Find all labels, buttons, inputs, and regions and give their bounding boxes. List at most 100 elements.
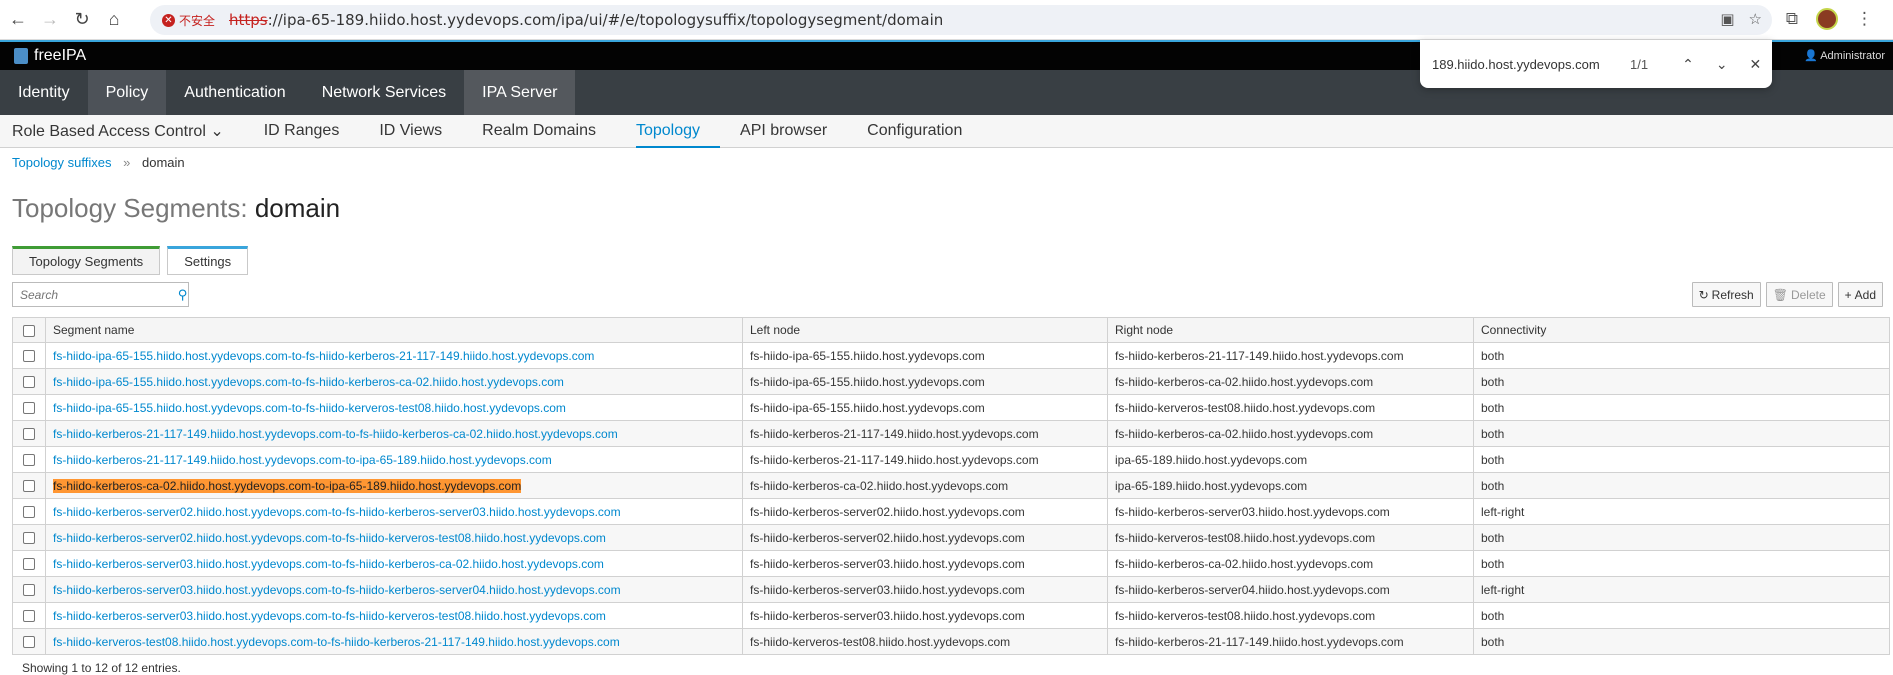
tab-topology-segments[interactable]: Topology Segments <box>12 246 161 275</box>
page-title: Topology Segments: domain <box>12 193 341 223</box>
segment-link[interactable]: fs-hiido-kerberos-server02.hiido.host.yy… <box>53 531 606 545</box>
row-checkbox-cell <box>12 394 46 421</box>
segment-name-cell: fs-hiido-kerberos-server03.hiido.host.yy… <box>45 550 743 577</box>
find-close-icon[interactable]: ✕ <box>1750 56 1762 73</box>
forward-icon[interactable]: → <box>36 6 64 34</box>
subnav-configuration[interactable]: Configuration <box>867 115 982 147</box>
row-checkbox-cell <box>12 602 46 629</box>
refresh-button[interactable]: ↻ Refresh <box>1691 282 1761 307</box>
subnav-topology[interactable]: Topology <box>635 115 721 148</box>
user-menu[interactable]: 👤 Administrator <box>1804 49 1885 62</box>
row-checkbox[interactable] <box>23 428 35 441</box>
row-checkbox[interactable] <box>23 558 35 571</box>
subnav-api-browser[interactable]: API browser <box>740 115 847 147</box>
row-checkbox[interactable] <box>23 454 35 467</box>
back-icon[interactable]: ← <box>4 6 32 34</box>
segment-link[interactable]: fs-hiido-kerberos-server03.hiido.host.yy… <box>53 583 621 597</box>
profile-avatar[interactable] <box>1816 8 1838 30</box>
segment-name-cell: fs-hiido-kerberos-21-117-149.hiido.host.… <box>45 446 743 473</box>
add-button[interactable]: + Add <box>1837 282 1883 307</box>
connectivity-cell: left-right <box>1473 498 1890 525</box>
segment-link[interactable]: fs-hiido-kerberos-21-117-149.hiido.host.… <box>53 453 552 467</box>
segment-link[interactable]: fs-hiido-ipa-65-155.hiido.host.yydevops.… <box>53 401 566 415</box>
bookmark-star-icon[interactable]: ☆ <box>1749 10 1762 28</box>
segment-link[interactable]: fs-hiido-ipa-65-155.hiido.host.yydevops.… <box>53 349 594 363</box>
browser-toolbar: ← → ↻ ⌂ ✕ 不安全 https://ipa-65-189.hiido.h… <box>0 0 1893 40</box>
segment-name-cell: fs-hiido-kerberos-server03.hiido.host.yy… <box>45 576 743 603</box>
row-checkbox[interactable] <box>23 376 35 389</box>
topnav-network-services[interactable]: Network Services <box>304 70 464 115</box>
right-node-cell: fs-hiido-kerberos-server04.hiido.host.yy… <box>1107 576 1474 603</box>
segment-link[interactable]: fs-hiido-kerberos-21-117-149.hiido.host.… <box>53 427 618 441</box>
subnav-id-ranges[interactable]: ID Ranges <box>264 115 360 147</box>
sub-navigation: Role Based Access Control ⌄ ID Ranges ID… <box>0 115 1893 148</box>
select-all-checkbox[interactable] <box>23 324 35 337</box>
col-connectivity[interactable]: Connectivity <box>1473 317 1890 343</box>
table-row: fs-hiido-kerberos-21-117-149.hiido.host.… <box>12 420 1890 447</box>
url-text[interactable]: https://ipa-65-189.hiido.host.yydevops.c… <box>229 11 943 29</box>
topnav-policy[interactable]: Policy <box>87 70 167 115</box>
row-checkbox[interactable] <box>23 584 35 597</box>
breadcrumb-topology-suffixes[interactable]: Topology suffixes <box>12 155 112 170</box>
row-checkbox-cell <box>12 498 46 525</box>
col-segment-name[interactable]: Segment name <box>45 317 743 343</box>
row-checkbox[interactable] <box>23 532 35 545</box>
find-bar: 189.hiido.host.yydevops.com 1/1 ⌃ ⌄ ✕ <box>1420 40 1772 88</box>
connectivity-cell: both <box>1473 446 1890 473</box>
topnav-ipa-server[interactable]: IPA Server <box>464 70 576 115</box>
row-checkbox[interactable] <box>23 506 35 519</box>
find-next-icon[interactable]: ⌄ <box>1716 56 1728 73</box>
segment-name-cell: fs-hiido-kerberos-21-117-149.hiido.host.… <box>45 420 743 447</box>
segment-link[interactable]: fs-hiido-ipa-65-155.hiido.host.yydevops.… <box>53 375 564 389</box>
tab-settings[interactable]: Settings <box>167 246 249 275</box>
security-indicator[interactable]: ✕ 不安全 <box>162 12 215 29</box>
home-icon[interactable]: ⌂ <box>100 6 128 34</box>
delete-button[interactable]: 🗑 Delete <box>1765 282 1833 307</box>
segment-link[interactable]: fs-hiido-kerberos-ca-02.hiido.host.yydev… <box>53 478 522 493</box>
find-input[interactable]: 189.hiido.host.yydevops.com <box>1432 57 1622 72</box>
row-checkbox[interactable] <box>23 402 35 415</box>
left-node-cell: fs-hiido-kerberos-server02.hiido.host.yy… <box>742 498 1108 525</box>
connectivity-cell: both <box>1473 342 1890 369</box>
search-icon[interactable]: ⚲ <box>177 287 188 303</box>
subnav-id-views[interactable]: ID Views <box>379 115 462 147</box>
subnav-realm-domains[interactable]: Realm Domains <box>482 115 616 147</box>
reload-icon[interactable]: ↻ <box>68 6 96 34</box>
segment-link[interactable]: fs-hiido-kerveros-test08.hiido.host.yyde… <box>53 635 620 649</box>
address-bar[interactable]: ✕ 不安全 https://ipa-65-189.hiido.host.yyde… <box>150 5 1772 35</box>
search-input[interactable] <box>13 283 177 306</box>
col-left-node[interactable]: Left node <box>742 317 1108 343</box>
connectivity-cell: both <box>1473 368 1890 395</box>
row-checkbox-cell <box>12 576 46 603</box>
segments-table: Segment name Left node Right node Connec… <box>12 317 1890 655</box>
col-right-node[interactable]: Right node <box>1107 317 1474 343</box>
row-checkbox-cell <box>12 524 46 551</box>
find-prev-icon[interactable]: ⌃ <box>1682 56 1694 73</box>
page-find-icon[interactable]: ▣ <box>1720 10 1734 28</box>
segment-link[interactable]: fs-hiido-kerberos-server02.hiido.host.yy… <box>53 505 621 519</box>
segment-name-cell: fs-hiido-ipa-65-155.hiido.host.yydevops.… <box>45 394 743 421</box>
search-box: ⚲ <box>12 282 189 307</box>
connectivity-cell: both <box>1473 628 1890 655</box>
connectivity-cell: left-right <box>1473 576 1890 603</box>
row-checkbox[interactable] <box>23 636 35 649</box>
table-row: fs-hiido-kerberos-server03.hiido.host.yy… <box>12 602 1890 629</box>
topnav-authentication[interactable]: Authentication <box>166 70 303 115</box>
table-row: fs-hiido-kerberos-server02.hiido.host.yy… <box>12 524 1890 551</box>
row-checkbox[interactable] <box>23 350 35 363</box>
topnav-identity[interactable]: Identity <box>0 70 88 115</box>
right-node-cell: fs-hiido-kerberos-ca-02.hiido.host.yydev… <box>1107 550 1474 577</box>
segment-link[interactable]: fs-hiido-kerberos-server03.hiido.host.yy… <box>53 557 604 571</box>
warning-icon: ✕ <box>162 13 175 27</box>
extensions-icon[interactable]: ⧉ <box>1786 9 1798 29</box>
left-node-cell: fs-hiido-kerberos-server03.hiido.host.yy… <box>742 576 1108 603</box>
brand-name: freeIPA <box>34 47 87 64</box>
table-row: fs-hiido-kerberos-server03.hiido.host.yy… <box>12 576 1890 603</box>
row-checkbox[interactable] <box>23 480 35 493</box>
segment-name-cell: fs-hiido-ipa-65-155.hiido.host.yydevops.… <box>45 342 743 369</box>
row-checkbox[interactable] <box>23 610 35 623</box>
row-checkbox-cell <box>12 368 46 395</box>
segment-link[interactable]: fs-hiido-kerberos-server03.hiido.host.yy… <box>53 609 606 623</box>
menu-icon[interactable]: ⋮ <box>1856 9 1873 29</box>
subnav-rbac[interactable]: Role Based Access Control ⌄ <box>12 115 244 147</box>
